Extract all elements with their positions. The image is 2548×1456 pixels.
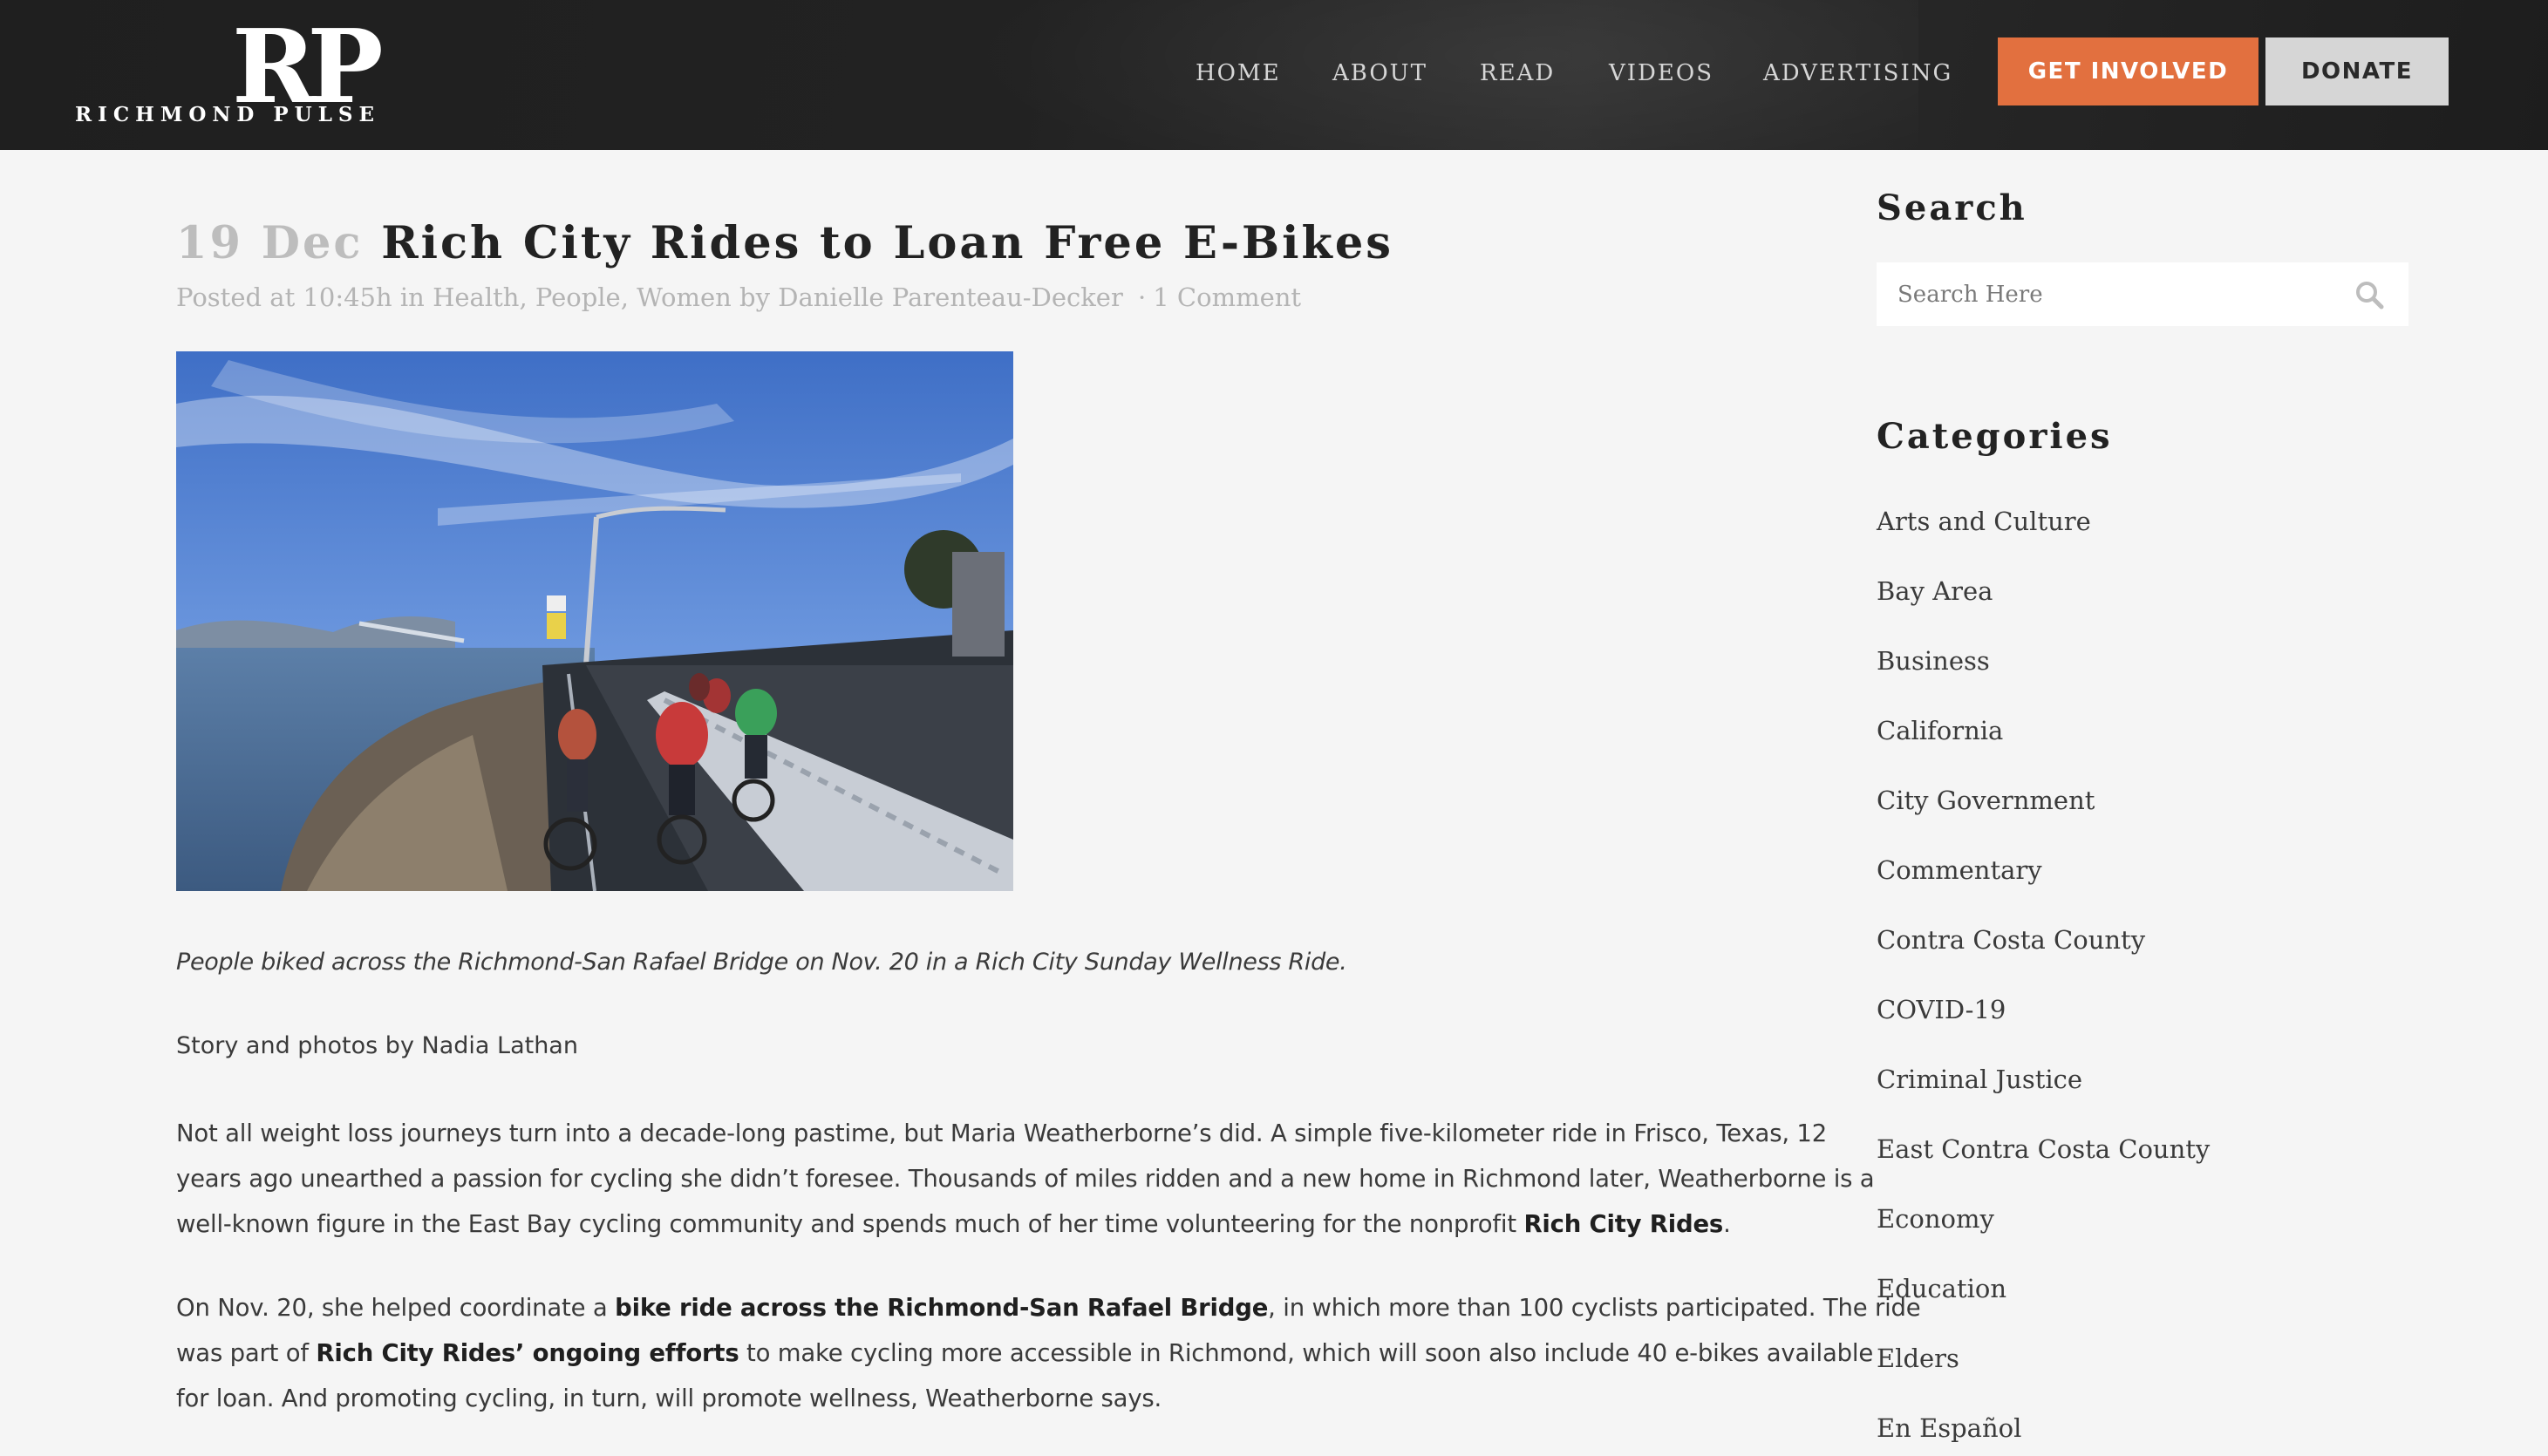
text-run: . <box>1723 1210 1731 1238</box>
category-business[interactable]: Business <box>1877 643 1990 678</box>
image-caption: People biked across the Richmond-San Raf… <box>176 949 1347 976</box>
logo-wordmark: RICHMOND PULSE <box>75 103 381 126</box>
category-east-contra-costa-county[interactable]: East Contra Costa County <box>1877 1132 2210 1167</box>
category-commentary[interactable]: Commentary <box>1877 853 2042 888</box>
category-covid-19[interactable]: COVID-19 <box>1877 992 2006 1027</box>
text-run: , in which more than 100 cyclists partic… <box>1268 1294 1921 1322</box>
category-criminal-justice[interactable]: Criminal Justice <box>1877 1062 2082 1097</box>
posted-at: Posted at 10:45h in <box>176 282 425 312</box>
by-label: by <box>739 282 770 312</box>
author-link[interactable]: Danielle Parenteau-Decker <box>778 282 1123 312</box>
article-title: 19 Dec Rich City Rides to Loan Free E-Bi… <box>176 214 1393 272</box>
category-economy[interactable]: Economy <box>1877 1201 1994 1236</box>
search-box <box>1877 262 2408 326</box>
text-run: well-known figure in the East Bay cyclin… <box>176 1210 1524 1238</box>
paragraph-line: Not all weight loss journeys turn into a… <box>176 1119 1828 1147</box>
category-link-people[interactable]: People <box>535 282 621 312</box>
paragraph-line: for loan. And promoting cycling, in turn… <box>176 1385 1162 1412</box>
article-image <box>176 351 1013 891</box>
article-paragraph-2: On Nov. 20, she helped coordinate a bike… <box>176 1285 1921 1421</box>
text-run: was part of <box>176 1339 317 1367</box>
bike-ride-link[interactable]: bike ride across the Richmond-San Rafael… <box>615 1294 1268 1322</box>
text-run: On Nov. 20, she helped coordinate a <box>176 1294 616 1322</box>
search-heading: Search <box>1877 187 2027 228</box>
category-education[interactable]: Education <box>1877 1271 2006 1306</box>
donate-button[interactable]: DONATE <box>2265 37 2449 105</box>
nav-advertising[interactable]: ADVERTISING <box>1763 58 1952 89</box>
search-input[interactable] <box>1897 262 2333 326</box>
category-en-espanol[interactable]: En Español <box>1877 1411 2021 1446</box>
comments-link[interactable]: 1 Comment <box>1153 282 1301 312</box>
site-logo[interactable]: RP RICHMOND PULSE <box>75 16 389 129</box>
category-link-health[interactable]: Health <box>433 282 519 312</box>
category-arts-and-culture[interactable]: Arts and Culture <box>1877 504 2091 539</box>
story-byline: Story and photos by Nadia Lathan <box>176 1032 578 1059</box>
get-involved-button[interactable]: GET INVOLVED <box>1998 37 2258 105</box>
text-run: to make cycling more accessible in Richm… <box>739 1339 1874 1367</box>
rich-city-rides-link[interactable]: Rich City Rides <box>1523 1210 1723 1238</box>
paragraph-line: well-known figure in the East Bay cyclin… <box>176 1201 1781 1247</box>
ongoing-efforts-link[interactable]: Rich City Rides’ ongoing efforts <box>316 1339 739 1367</box>
article-paragraph-1: Not all weight loss journeys turn into a… <box>176 1111 1875 1247</box>
nav-home[interactable]: HOME <box>1196 58 1281 89</box>
category-elders[interactable]: Elders <box>1877 1341 1959 1376</box>
category-bay-area[interactable]: Bay Area <box>1877 574 1993 609</box>
nav-about[interactable]: ABOUT <box>1332 58 1427 89</box>
category-link-women[interactable]: Women <box>637 282 732 312</box>
nav-read[interactable]: READ <box>1480 58 1555 89</box>
site-header: RP RICHMOND PULSE HOME ABOUT READ VIDEOS… <box>0 0 2548 150</box>
post-date: 19 Dec <box>176 217 364 269</box>
post-title[interactable]: Rich City Rides to Loan Free E-Bikes <box>381 217 1393 269</box>
category-california[interactable]: California <box>1877 713 2003 748</box>
meta-separator: · <box>1138 282 1147 312</box>
nav-videos[interactable]: VIDEOS <box>1609 58 1713 89</box>
category-city-government[interactable]: City Government <box>1877 783 2095 818</box>
category-contra-costa-county[interactable]: Contra Costa County <box>1877 922 2145 957</box>
categories-heading: Categories <box>1877 416 2113 457</box>
paragraph-line: was part of Rich City Rides’ ongoing eff… <box>176 1330 1873 1376</box>
paragraph-line: On Nov. 20, she helped coordinate a bike… <box>176 1285 1921 1330</box>
paragraph-line: years ago unearthed a passion for cyclin… <box>176 1165 1875 1193</box>
post-meta: Posted at 10:45h in Health, People, Wome… <box>176 282 1302 312</box>
search-icon[interactable] <box>2354 280 2384 310</box>
